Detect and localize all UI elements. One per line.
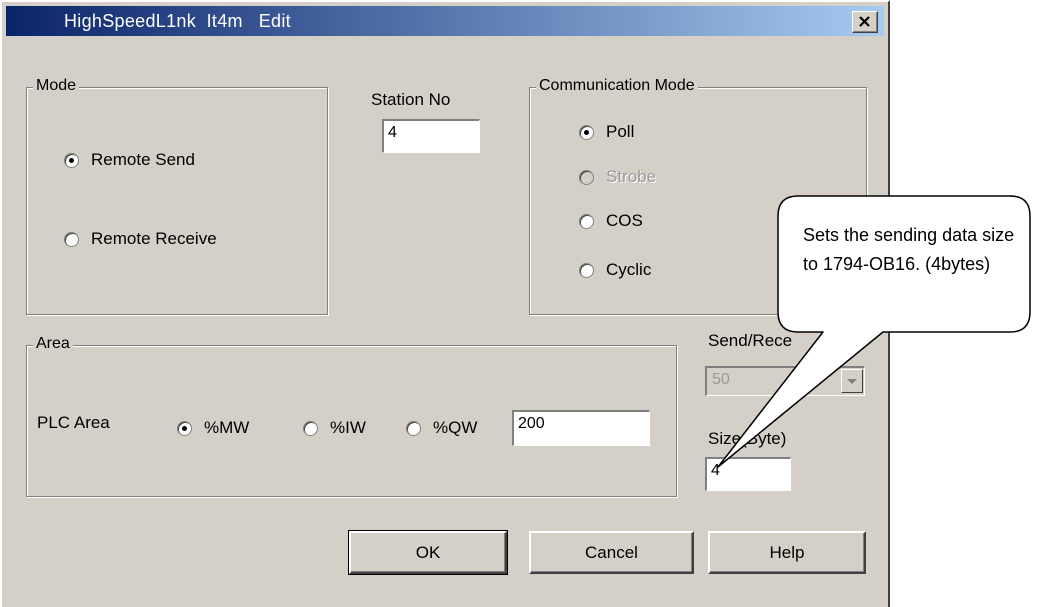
title-bar: HighSpeedL1nk It4m Edit: [6, 6, 884, 36]
send-receive-select: 50: [705, 366, 865, 396]
plc-area-label: PLC Area: [37, 413, 110, 432]
send-receive-value: 50: [712, 371, 730, 388]
iw-radio[interactable]: [303, 420, 318, 436]
edit-dialog: HighSpeedL1nk It4m Edit Mode Remote Send…: [0, 0, 890, 607]
mw-label: %MW: [204, 418, 250, 437]
station-no-input[interactable]: 4: [382, 119, 480, 153]
communication-mode-label: Communication Mode: [536, 77, 698, 95]
mode-group: Mode Remote Send Remote Receive: [26, 77, 328, 315]
cyclic-radio[interactable]: [579, 262, 594, 278]
chevron-down-icon: [847, 379, 857, 384]
remote-receive-radio[interactable]: [64, 231, 79, 247]
cos-radio[interactable]: [579, 213, 594, 229]
comm-option-cos[interactable]: COS: [579, 211, 643, 231]
poll-label: Poll: [606, 122, 635, 141]
callout-text: Sets the sending data size to 1794-OB16.…: [803, 225, 1015, 274]
area-group-label: Area: [33, 335, 73, 353]
help-button[interactable]: Help: [708, 531, 866, 574]
remote-receive-label: Remote Receive: [91, 229, 217, 248]
cancel-button[interactable]: Cancel: [529, 531, 694, 574]
comm-option-cyclic[interactable]: Cyclic: [579, 260, 651, 280]
size-byte-input[interactable]: 4: [705, 457, 791, 491]
poll-radio[interactable]: [579, 124, 594, 140]
mode-group-label: Mode: [33, 77, 80, 95]
comm-option-strobe: Strobe: [579, 167, 656, 187]
plc-area-address-input[interactable]: 200: [512, 410, 650, 446]
area-group: Area PLC Area %MW %IW %QW 200: [26, 335, 677, 497]
cos-label: COS: [606, 211, 643, 230]
communication-mode-group: Communication Mode Poll Strobe COS Cycli…: [529, 77, 867, 315]
remote-send-radio[interactable]: [64, 152, 79, 168]
send-receive-label: Send/Rece: [708, 331, 793, 350]
close-button[interactable]: [852, 11, 878, 33]
mode-option-remote-receive[interactable]: Remote Receive: [64, 229, 217, 249]
size-byte-label: Size(Byte): [708, 429, 787, 448]
window-title: HighSpeedL1nk It4m Edit: [64, 11, 291, 31]
mode-option-remote-send[interactable]: Remote Send: [64, 150, 195, 170]
cyclic-label: Cyclic: [606, 260, 652, 279]
qw-radio[interactable]: [406, 420, 421, 436]
strobe-radio: [579, 169, 594, 185]
iw-label: %IW: [330, 418, 366, 437]
area-option-qw[interactable]: %QW: [406, 418, 477, 438]
area-option-mw[interactable]: %MW: [177, 418, 249, 438]
close-icon: [859, 16, 870, 27]
area-option-iw[interactable]: %IW: [303, 418, 366, 438]
remote-send-label: Remote Send: [91, 150, 195, 169]
strobe-label: Strobe: [606, 167, 657, 186]
send-receive-dropdown-button: [841, 369, 863, 393]
mw-radio[interactable]: [177, 420, 192, 436]
qw-label: %QW: [433, 418, 478, 437]
station-no-label: Station No: [371, 90, 451, 109]
comm-option-poll[interactable]: Poll: [579, 122, 634, 142]
ok-button[interactable]: OK: [348, 530, 508, 575]
